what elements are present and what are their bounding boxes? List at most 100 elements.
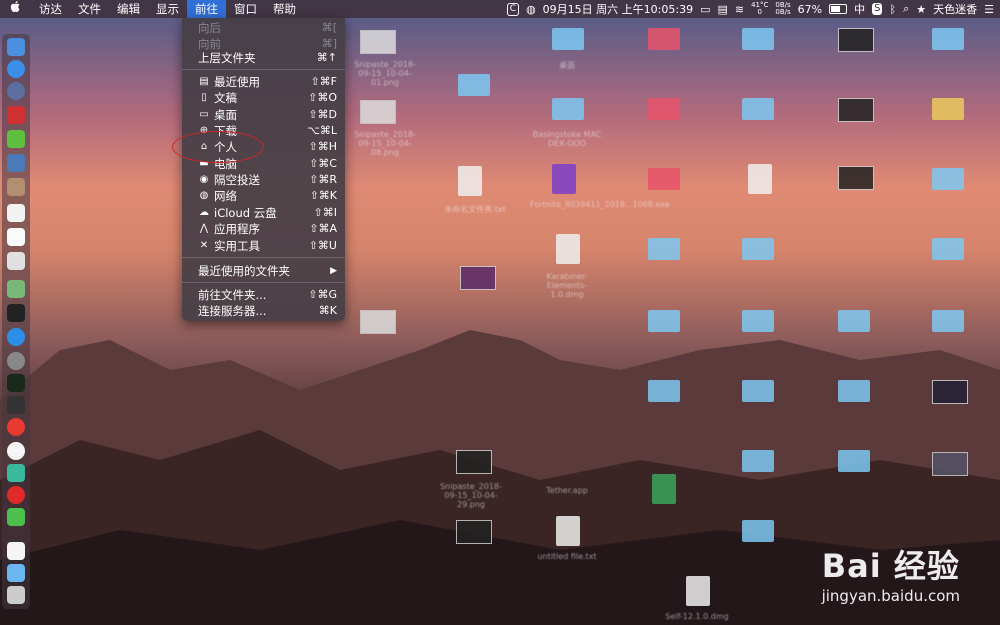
wechat-icon[interactable]	[7, 508, 25, 526]
document-icon[interactable]	[7, 542, 25, 560]
desktop-file-icon[interactable]	[556, 516, 580, 546]
yandex-icon[interactable]	[7, 442, 25, 460]
desktop-file-icon[interactable]	[556, 234, 580, 264]
folder-icon[interactable]	[932, 238, 964, 260]
folder-icon[interactable]	[552, 98, 584, 120]
menu-item-applications[interactable]: ⋀ 应用程序 ⇧⌘A	[182, 221, 345, 237]
menu-item-airdrop[interactable]: ◉ 隔空投送 ⇧⌘R	[182, 172, 345, 188]
folder-icon[interactable]	[648, 238, 680, 260]
textedit-icon[interactable]	[7, 252, 25, 270]
app-icon[interactable]	[7, 464, 25, 482]
app-icon[interactable]	[7, 106, 25, 124]
apple-menu-icon[interactable]	[0, 0, 31, 18]
trash-icon[interactable]	[7, 586, 25, 604]
network-speed-widget[interactable]: 0B/s 0B/s	[775, 2, 790, 16]
desktop-file-icon[interactable]	[686, 576, 710, 606]
activity-monitor-icon[interactable]	[7, 374, 25, 392]
folder-icon[interactable]	[932, 168, 964, 190]
desktop-file-icon[interactable]	[456, 520, 492, 544]
maps-icon[interactable]	[7, 280, 25, 298]
menu-help[interactable]: 帮助	[265, 0, 304, 18]
folder-icon[interactable]	[742, 98, 774, 120]
android-icon[interactable]	[7, 130, 25, 148]
folder-icon[interactable]	[838, 380, 870, 402]
folder-icon[interactable]	[742, 520, 774, 542]
desktop-file-icon[interactable]	[360, 100, 396, 124]
user-name[interactable]: 天色迷香	[933, 1, 977, 17]
reminders-icon[interactable]	[7, 228, 25, 246]
menu-view[interactable]: 显示	[148, 0, 187, 18]
system-preferences-icon[interactable]	[7, 352, 25, 370]
launchpad-icon[interactable]	[7, 82, 25, 100]
menu-edit[interactable]: 编辑	[109, 0, 148, 18]
menu-item-go-to-folder[interactable]: 前往文件夹... ⇧⌘G	[182, 287, 345, 303]
desktop-file-icon[interactable]	[932, 452, 968, 476]
desktop-file-icon[interactable]	[932, 380, 968, 404]
preview-icon[interactable]	[7, 154, 25, 172]
console-icon[interactable]	[7, 396, 25, 414]
desktop-file-icon[interactable]	[458, 166, 482, 196]
folder-icon[interactable]	[932, 98, 964, 120]
desktop-file-icon[interactable]	[360, 30, 396, 54]
display-icon[interactable]: ▭	[700, 3, 710, 16]
folder-icon[interactable]	[742, 310, 774, 332]
desktop-file-icon[interactable]	[460, 266, 496, 290]
folder-icon[interactable]	[458, 74, 490, 96]
folder-icon[interactable]	[648, 168, 680, 190]
finder-icon[interactable]	[7, 38, 25, 56]
app-store-icon[interactable]	[7, 328, 25, 346]
menu-item-desktop[interactable]: ▭ 桌面 ⇧⌘D	[182, 107, 345, 123]
battery-icon[interactable]	[829, 4, 848, 14]
notes-icon[interactable]	[7, 178, 25, 196]
folder-icon[interactable]	[648, 380, 680, 402]
folder-icon[interactable]	[742, 238, 774, 260]
folder-icon[interactable]	[648, 28, 680, 50]
datetime[interactable]: 09月15日 周六 上午10:05:39	[543, 1, 693, 17]
menu-go[interactable]: 前往	[187, 0, 226, 18]
globe-icon[interactable]: ◍	[526, 3, 536, 16]
calendar-icon[interactable]	[7, 204, 25, 222]
folder-icon[interactable]	[742, 28, 774, 50]
menu-item-enclosing-folder[interactable]: 上层文件夹 ⌘↑	[182, 50, 345, 66]
input-method[interactable]: 中	[854, 1, 865, 17]
spotlight-icon[interactable]: ⌕	[903, 2, 909, 16]
battery-percent[interactable]: 67%	[798, 3, 822, 16]
folder-icon[interactable]	[648, 98, 680, 120]
wifi-icon[interactable]: ≋	[735, 3, 744, 16]
menu-item-connect-server[interactable]: 连接服务器... ⌘K	[182, 303, 345, 319]
desktop-file-icon[interactable]	[360, 310, 396, 334]
app-badge-icon[interactable]: C	[506, 2, 520, 16]
desktop-file-icon[interactable]	[748, 164, 772, 194]
desktop-file-icon[interactable]	[838, 28, 874, 52]
bluetooth-icon[interactable]: ᛒ	[889, 3, 896, 16]
folder-icon[interactable]	[932, 28, 964, 50]
desktop-file-icon[interactable]	[838, 166, 874, 190]
keyboard-icon[interactable]: ▤	[717, 3, 727, 16]
temperature-widget[interactable]: 41°C 0	[751, 2, 768, 16]
vivaldi-icon[interactable]	[7, 418, 25, 436]
terminal-icon[interactable]	[7, 304, 25, 322]
menu-item-utilities[interactable]: ✕ 实用工具 ⇧⌘U	[182, 238, 345, 254]
desktop-file-icon[interactable]	[838, 98, 874, 122]
folder-icon[interactable]	[552, 28, 584, 50]
sogou-icon[interactable]: S	[872, 3, 883, 15]
downloads-folder-icon[interactable]	[7, 564, 25, 582]
menu-item-network[interactable]: ◍ 网络 ⇧⌘K	[182, 188, 345, 204]
desktop-file-icon[interactable]	[652, 474, 676, 504]
folder-icon[interactable]	[742, 380, 774, 402]
desktop-file-icon[interactable]	[456, 450, 492, 474]
menu-item-documents[interactable]: ▯ 文稿 ⇧⌘O	[182, 90, 345, 106]
folder-icon[interactable]	[742, 450, 774, 472]
menu-window[interactable]: 窗口	[226, 0, 265, 18]
menu-item-icloud-drive[interactable]: ☁ iCloud 云盘 ⇧⌘I	[182, 205, 345, 221]
netease-music-icon[interactable]	[7, 486, 25, 504]
star-icon[interactable]: ★	[916, 3, 926, 16]
menu-item-recent-folders[interactable]: 最近使用的文件夹 ▶	[182, 263, 345, 279]
desktop-file-icon[interactable]	[552, 164, 576, 194]
folder-icon[interactable]	[838, 450, 870, 472]
notification-center-icon[interactable]: ☰	[984, 3, 994, 16]
menu-item-back[interactable]: 向后 ⌘[	[182, 20, 345, 36]
safari-icon[interactable]	[7, 60, 25, 78]
folder-icon[interactable]	[648, 310, 680, 332]
menu-finder[interactable]: 访达	[31, 0, 70, 18]
